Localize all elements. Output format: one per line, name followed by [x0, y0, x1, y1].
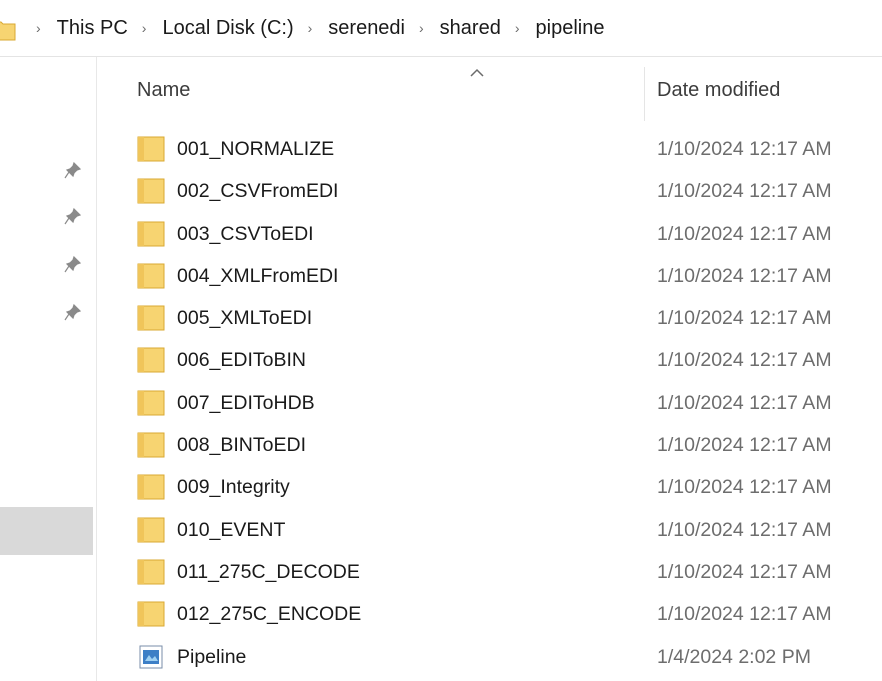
file-date: 1/4/2024 2:02 PM [657, 645, 811, 668]
file-name: 006_EDIToBIN [177, 349, 306, 372]
folder-icon [137, 178, 165, 204]
folder-icon [0, 19, 16, 41]
folder-icon [137, 305, 165, 331]
file-date: 1/10/2024 12:17 AM [657, 603, 832, 626]
list-item[interactable]: 012_275C_ENCODE 1/10/2024 12:17 AM [97, 593, 882, 635]
list-item[interactable]: 003_CSVToEDI 1/10/2024 12:17 AM [97, 213, 882, 255]
pin-icon[interactable] [64, 161, 82, 179]
chevron-right-icon[interactable]: › [308, 20, 313, 36]
list-item[interactable]: 004_XMLFromEDI 1/10/2024 12:17 AM [97, 255, 882, 297]
folder-icon [137, 517, 165, 543]
column-headers: Name Date modified [97, 57, 882, 125]
list-item[interactable]: 001_NORMALIZE 1/10/2024 12:17 AM [97, 128, 882, 170]
file-date: 1/10/2024 12:17 AM [657, 518, 832, 541]
file-name: 005_XMLToEDI [177, 307, 313, 330]
file-name: 007_EDIToHDB [177, 391, 315, 414]
diagram-file-icon [137, 644, 165, 670]
folder-icon [137, 136, 165, 162]
file-name: 002_CSVFromEDI [177, 180, 339, 203]
chevron-right-icon[interactable]: › [515, 20, 520, 36]
file-name: 012_275C_ENCODE [177, 603, 362, 626]
list-item[interactable]: 008_BINToEDI 1/10/2024 12:17 AM [97, 424, 882, 466]
file-date: 1/10/2024 12:17 AM [657, 138, 832, 160]
file-name: 011_275C_DECODE [177, 560, 360, 583]
file-name: 008_BINToEDI [177, 434, 306, 457]
breadcrumb: › This PC › Local Disk (C:) › serenedi ›… [36, 0, 604, 56]
file-date: 1/10/2024 12:17 AM [657, 560, 832, 583]
file-name: 009_Integrity [177, 476, 290, 499]
file-list: 001_NORMALIZE 1/10/2024 12:17 AM 002_CSV… [97, 128, 882, 678]
file-date: 1/10/2024 12:17 AM [657, 476, 832, 499]
nav-item-selected[interactable] [0, 507, 93, 555]
file-date: 1/10/2024 12:17 AM [657, 434, 832, 457]
list-item[interactable]: 006_EDIToBIN 1/10/2024 12:17 AM [97, 339, 882, 381]
breadcrumb-serenedi[interactable]: serenedi [328, 17, 405, 40]
pin-icon[interactable] [64, 255, 82, 273]
folder-icon [137, 559, 165, 585]
breadcrumb-this-pc[interactable]: This PC [57, 17, 128, 40]
navigation-pane [0, 57, 97, 681]
pin-icon[interactable] [64, 207, 82, 225]
list-item[interactable]: 007_EDIToHDB 1/10/2024 12:17 AM [97, 382, 882, 424]
list-item[interactable]: 005_XMLToEDI 1/10/2024 12:17 AM [97, 297, 882, 339]
folder-icon [137, 432, 165, 458]
list-item[interactable]: 002_CSVFromEDI 1/10/2024 12:17 AM [97, 170, 882, 212]
file-date: 1/10/2024 12:17 AM [657, 349, 832, 372]
file-date: 1/10/2024 12:17 AM [657, 264, 832, 287]
folder-icon [137, 474, 165, 500]
breadcrumb-pipeline[interactable]: pipeline [536, 17, 605, 40]
breadcrumb-local-disk[interactable]: Local Disk (C:) [162, 17, 293, 40]
list-item[interactable]: Pipeline 1/4/2024 2:02 PM [97, 636, 882, 678]
folder-icon [137, 347, 165, 373]
pin-icon[interactable] [64, 303, 82, 321]
chevron-right-icon[interactable]: › [142, 20, 147, 36]
file-name: 001_NORMALIZE [177, 138, 335, 160]
folder-icon [137, 390, 165, 416]
chevron-right-icon[interactable]: › [419, 20, 424, 36]
address-bar[interactable]: › This PC › Local Disk (C:) › serenedi ›… [0, 0, 882, 57]
list-item[interactable]: 009_Integrity 1/10/2024 12:17 AM [97, 466, 882, 508]
column-header-name[interactable]: Name [137, 79, 190, 102]
sort-ascending-icon [469, 65, 485, 77]
folder-icon [137, 601, 165, 627]
folder-icon [137, 263, 165, 289]
file-date: 1/10/2024 12:17 AM [657, 391, 832, 414]
file-name: 010_EVENT [177, 518, 286, 541]
file-name: 004_XMLFromEDI [177, 264, 339, 287]
list-item[interactable]: 011_275C_DECODE 1/10/2024 12:17 AM [97, 551, 882, 593]
breadcrumb-shared[interactable]: shared [440, 17, 501, 40]
list-item[interactable]: 010_EVENT 1/10/2024 12:17 AM [97, 509, 882, 551]
file-date: 1/10/2024 12:17 AM [657, 222, 832, 245]
file-date: 1/10/2024 12:17 AM [657, 180, 832, 203]
folder-icon [137, 221, 165, 247]
chevron-right-icon[interactable]: › [36, 20, 41, 36]
file-date: 1/10/2024 12:17 AM [657, 307, 832, 330]
file-name: 003_CSVToEDI [177, 222, 314, 245]
column-divider[interactable] [644, 67, 645, 121]
file-name: Pipeline [177, 645, 247, 668]
column-header-date-modified[interactable]: Date modified [657, 79, 780, 102]
